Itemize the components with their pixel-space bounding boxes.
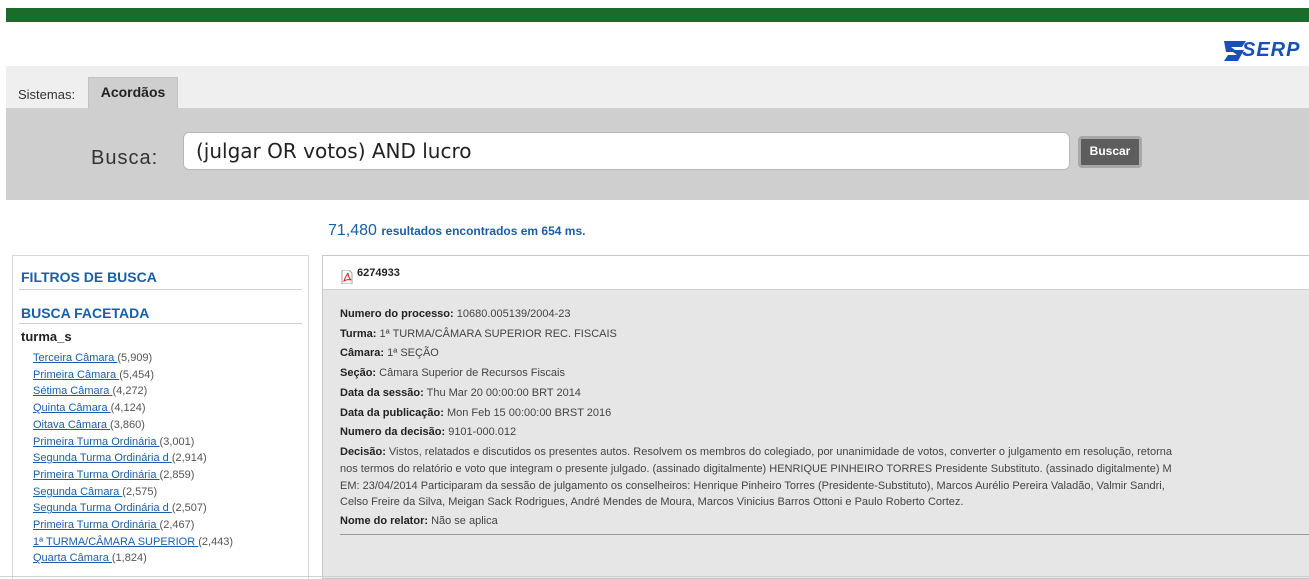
facet-link[interactable]: Primeira Turma Ordinária	[33, 469, 160, 481]
facet-list: Terceira Câmara (5,909) Primeira Câmara …	[33, 350, 233, 567]
facet-item: Segunda Turma Ordinária d (2,914)	[33, 450, 233, 467]
facet-link[interactable]: Segunda Turma Ordinária d	[33, 452, 172, 464]
divider	[19, 289, 302, 290]
field-value: 10680.005139/2004-23	[453, 308, 571, 320]
field-label: Data da sessão:	[340, 386, 424, 399]
field-value: Thu Mar 20 00:00:00 BRT 2014	[423, 386, 581, 399]
facet-count: (5,909)	[117, 352, 153, 364]
field-numero-decisao: Numero da decisão: 9101-000.012	[340, 423, 1305, 443]
result-card: 6274933 Numero do processo: 10680.005139…	[322, 255, 1309, 579]
filters-title[interactable]: FILTROS DE BUSCA	[21, 269, 157, 285]
field-secao: Seção: Câmara Superior de Recursos Fisca…	[340, 364, 1305, 384]
facet-item: Primeira Turma Ordinária (2,467)	[33, 517, 233, 534]
facet-count: (2,467)	[159, 519, 195, 532]
facet-link[interactable]: Segunda Câmara	[33, 486, 122, 498]
result-details: Numero do processo: 10680.005139/2004-23…	[340, 305, 1305, 532]
field-label: Turma:	[340, 327, 377, 340]
facet-item: Segunda Turma Ordinária d (2,507)	[33, 500, 233, 517]
field-decisao: Decisão: Vistos, relatados e discutidos …	[340, 444, 1305, 511]
facet-count: (3,860)	[110, 418, 145, 431]
field-label: Seção:	[340, 367, 377, 380]
tab-acordaos[interactable]: Acordãos	[88, 77, 178, 108]
field-label: Numero do processo:	[340, 308, 454, 320]
decisao-line: EM: 23/04/2014 Participaram da sessão de…	[340, 479, 1165, 492]
facet-count: (2,443)	[198, 535, 234, 548]
facet-item: Quinta Câmara (4,124)	[33, 400, 233, 417]
facet-item: 1ª TURMA/CÂMARA SUPERIOR (2,443)	[33, 534, 233, 551]
field-numero-processo: Numero do processo: 10680.005139/2004-23	[340, 305, 1305, 325]
field-turma: Turma: 1ª TURMA/CÂMARA SUPERIOR REC. FIS…	[340, 325, 1305, 345]
field-label: Decisão:	[340, 445, 386, 458]
facet-link[interactable]: Quarta Câmara	[33, 552, 112, 564]
field-value: 9101-000.012	[445, 426, 517, 439]
facet-item: Oitava Câmara (3,860)	[33, 417, 233, 434]
divider	[19, 323, 302, 324]
facet-count: (4,124)	[110, 402, 146, 415]
results-summary-text: resultados encontrados em 654 ms.	[381, 224, 586, 238]
pdf-file-icon[interactable]	[341, 270, 353, 284]
result-card-header: 6274933	[323, 256, 1309, 290]
facet-item: Segunda Câmara (2,575)	[33, 484, 233, 501]
facet-count: (5,454)	[119, 368, 155, 381]
facet-count: (1,824)	[111, 552, 147, 565]
field-label: Nome do relator:	[340, 515, 429, 528]
document-id-link[interactable]: 6274933	[357, 267, 400, 279]
field-data-sessao: Data da sessão: Thu Mar 20 00:00:00 BRT …	[340, 384, 1305, 404]
logo-text: SERP	[1242, 38, 1301, 61]
facet-link[interactable]: Segunda Turma Ordinária d	[33, 502, 172, 514]
field-data-publicacao: Data da publicação: Mon Feb 15 00:00:00 …	[340, 404, 1305, 424]
facet-item: Quarta Câmara (1,824)	[33, 550, 233, 567]
facet-link[interactable]: Primeira Turma Ordinária	[33, 519, 160, 531]
results-count: 71,480	[328, 222, 377, 239]
divider	[340, 534, 1309, 535]
facet-count: (2,507)	[171, 502, 207, 515]
facet-item: Sétima Câmara (4,272)	[33, 383, 233, 400]
field-value: Não se aplica	[428, 515, 498, 528]
serpro-logo[interactable]: SERP	[1222, 36, 1300, 64]
facet-count: (3,001)	[159, 435, 195, 448]
field-relator: Nome do relator: Não se aplica	[340, 512, 1305, 532]
facet-count: (4,272)	[112, 385, 148, 398]
field-label: Numero da decisão:	[340, 426, 446, 439]
facet-item: Terceira Câmara (5,909)	[33, 350, 233, 367]
decisao-text: Vistos, relatados e discutidos os presen…	[385, 445, 1172, 458]
systems-tab-bar: Sistemas: Acordãos	[6, 66, 1309, 108]
sidebar: FILTROS DE BUSCA BUSCA FACETADA turma_s …	[12, 255, 309, 579]
decisao-line: Celso Freire da Silva, Meigan Sack Rodri…	[340, 496, 964, 509]
facet-link[interactable]: Oitava Câmara	[33, 419, 110, 431]
facet-link[interactable]: Primeira Turma Ordinária	[33, 436, 160, 448]
search-panel: Busca: (julgar OR votos) AND lucro Busca…	[6, 108, 1309, 200]
divider	[0, 576, 1309, 577]
facet-field-name: turma_s	[21, 329, 72, 344]
facet-link[interactable]: Sétima Câmara	[33, 385, 112, 397]
field-label: Câmara:	[340, 347, 385, 360]
decisao-line: nos termos do relatório e voto que integ…	[340, 462, 1172, 475]
field-value: 1ª SEÇÃO	[384, 347, 439, 360]
results-summary: 71,480 resultados encontrados em 654 ms.	[328, 222, 585, 240]
faceted-search-title[interactable]: BUSCA FACETADA	[21, 305, 149, 321]
sistemas-label: Sistemas:	[18, 87, 76, 102]
facet-link[interactable]: Primeira Câmara	[33, 369, 119, 381]
search-input[interactable]: (julgar OR votos) AND lucro	[183, 132, 1070, 170]
facet-item: Primeira Turma Ordinária (3,001)	[33, 434, 233, 451]
field-camara: Câmara: 1ª SEÇÃO	[340, 344, 1305, 364]
facet-link[interactable]: 1ª TURMA/CÂMARA SUPERIOR	[33, 536, 198, 548]
decisao-line: Decisão: Vistos, relatados e discutidos …	[340, 444, 1305, 461]
field-value: 1ª TURMA/CÂMARA SUPERIOR REC. FISCAIS	[376, 327, 617, 340]
facet-link[interactable]: Quinta Câmara	[33, 402, 111, 414]
facet-count: (2,575)	[122, 485, 158, 498]
facet-item: Primeira Câmara (5,454)	[33, 367, 233, 384]
facet-count: (2,859)	[159, 468, 195, 481]
field-value: Câmara Superior de Recursos Fiscais	[376, 367, 565, 380]
facet-link[interactable]: Terceira Câmara	[33, 352, 117, 364]
field-value: Mon Feb 15 00:00:00 BRST 2016	[443, 406, 612, 419]
facet-count: (2,914)	[171, 452, 207, 465]
search-label: Busca:	[91, 147, 159, 169]
header-green-band	[6, 8, 1309, 22]
field-label: Data da publicação:	[340, 406, 444, 419]
search-button[interactable]: Buscar	[1078, 136, 1142, 168]
facet-item: Primeira Turma Ordinária (2,859)	[33, 467, 233, 484]
